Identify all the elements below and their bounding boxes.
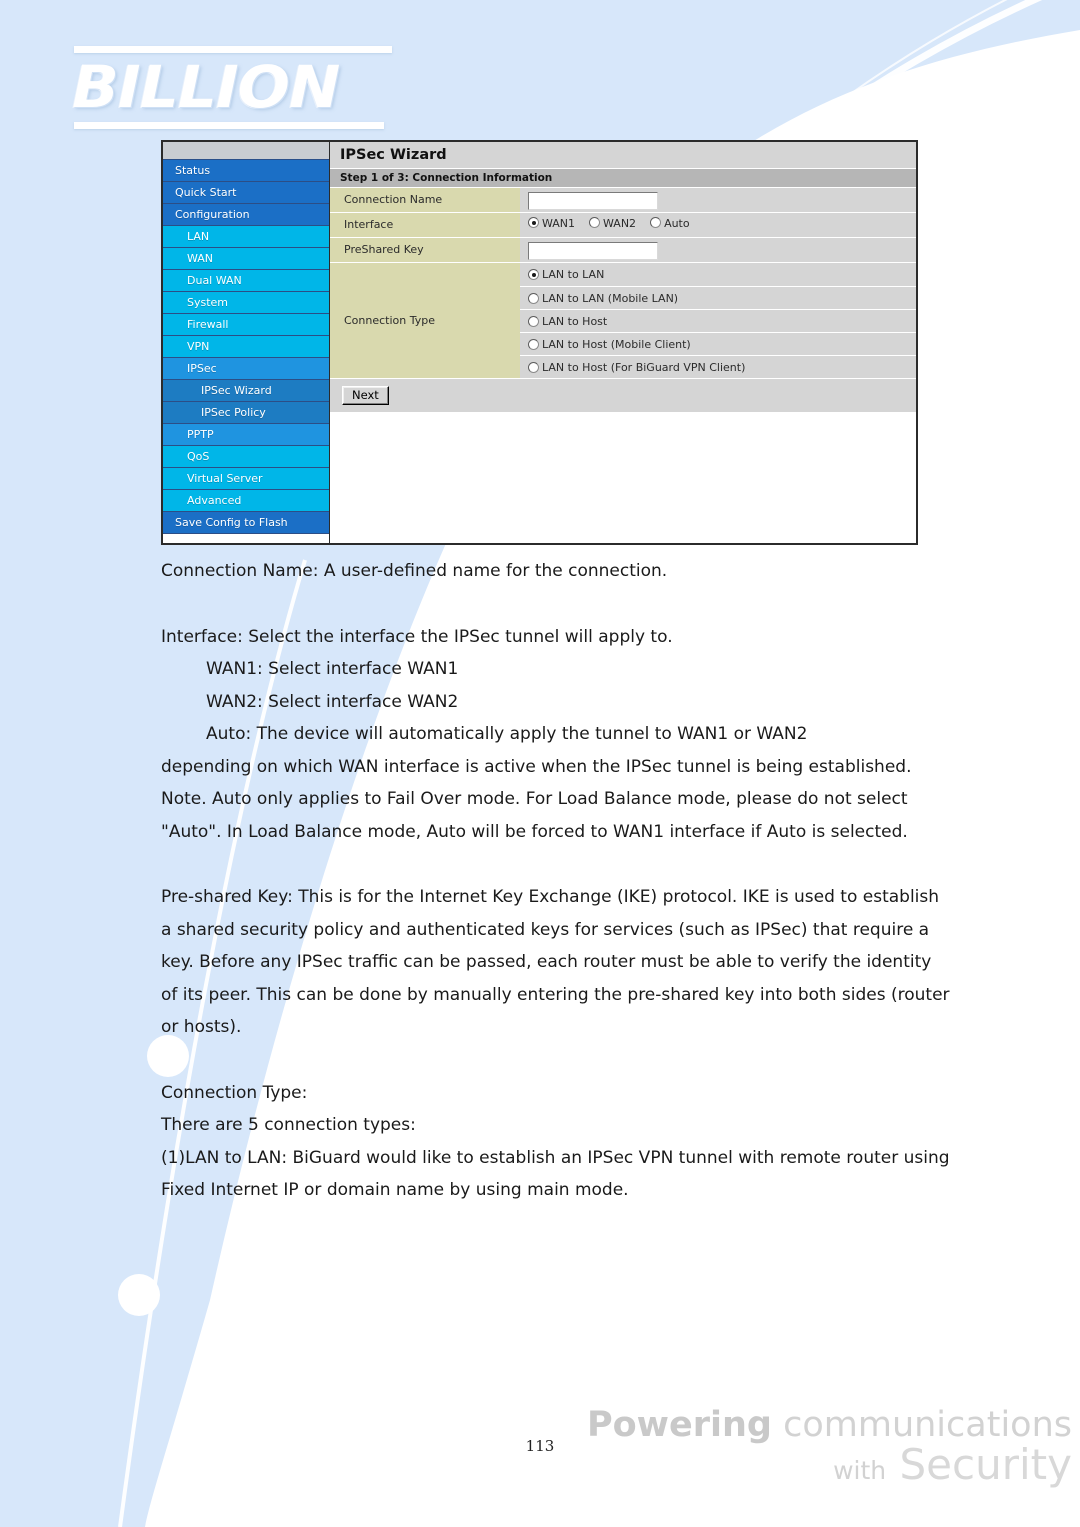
- sidebar-item-dual-wan[interactable]: Dual WAN: [163, 270, 329, 292]
- label-preshared-key: PreShared Key: [330, 238, 520, 262]
- manual-body-text: Connection Name: A user-defined name for…: [161, 555, 951, 1207]
- radio-icon[interactable]: [650, 217, 662, 228]
- connection-type-option-1[interactable]: LAN to LAN: [520, 263, 916, 286]
- sidebar-item-quick-start[interactable]: Quick Start: [163, 182, 329, 204]
- router-sidebar-nav: Status Quick Start Configuration LAN WAN Dual…: [163, 142, 330, 543]
- interface-option-label: Auto: [664, 217, 690, 230]
- row-preshared-key: PreShared Key: [330, 237, 916, 262]
- radio-icon[interactable]: [528, 217, 539, 228]
- sidebar-item-system[interactable]: System: [163, 292, 329, 314]
- paragraph-auto-body: depending on which WAN interface is acti…: [161, 756, 912, 842]
- paragraph-auto-head: Auto: The device will automatically appl…: [206, 724, 808, 744]
- radio-icon[interactable]: [528, 315, 539, 327]
- field-connection-name: [520, 188, 916, 212]
- panel-title: IPSec Wizard: [330, 142, 916, 169]
- sidebar-item-ipsec-policy[interactable]: IPSec Policy: [163, 402, 329, 424]
- connection-type-option-list: LAN to LAN LAN to LAN (Mobile LAN) LAN to …: [520, 263, 916, 378]
- paragraph-connection-name: Connection Name: A user-defined name for…: [161, 561, 668, 581]
- page-number: 113: [525, 1437, 555, 1455]
- router-ui-screenshot: Status Quick Start Configuration LAN WAN Dual…: [161, 140, 918, 545]
- interface-option-wan1[interactable]: WAN1: [528, 217, 575, 230]
- radio-icon[interactable]: [589, 217, 601, 228]
- sidebar-item-lan[interactable]: LAN: [163, 226, 329, 248]
- paragraph-interface: Interface: Select the interface the IPSe…: [161, 626, 673, 647]
- connection-type-option-5[interactable]: LAN to Host (For BiGuard VPN Client): [520, 355, 916, 378]
- sidebar-item-advanced[interactable]: Advanced: [163, 490, 329, 512]
- sidebar-item-ipsec-wizard[interactable]: IPSec Wizard: [163, 380, 329, 402]
- connection-type-option-label: LAN to LAN (Mobile LAN): [542, 291, 679, 305]
- field-preshared-key: [520, 238, 916, 262]
- sidebar-item-firewall[interactable]: Firewall: [163, 314, 329, 336]
- paragraph-wan2: WAN2: Select interface WAN2: [206, 691, 459, 712]
- sidebar-item-ipsec[interactable]: IPSec: [163, 358, 329, 380]
- connection-type-option-label: LAN to Host (For BiGuard VPN Client): [542, 360, 746, 374]
- preshared-key-input[interactable]: [528, 242, 658, 260]
- connection-type-option-label: LAN to Host (Mobile Client): [542, 337, 691, 351]
- slogan-with: with: [833, 1455, 887, 1485]
- radio-icon[interactable]: [528, 292, 539, 304]
- paragraph-preshared-key: Pre-shared Key: This is for the Internet…: [161, 887, 950, 1037]
- connection-type-option-3[interactable]: LAN to Host: [520, 309, 916, 332]
- connection-name-input[interactable]: [528, 192, 658, 210]
- sidebar-item-vpn[interactable]: VPN: [163, 336, 329, 358]
- connection-type-option-2[interactable]: LAN to LAN (Mobile LAN): [520, 286, 916, 309]
- label-connection-name: Connection Name: [330, 188, 520, 212]
- next-button[interactable]: Next: [342, 385, 389, 406]
- radio-icon[interactable]: [528, 361, 539, 373]
- billion-logo: BILLION: [72, 46, 392, 129]
- sidebar-item-virtual-server[interactable]: Virtual Server: [163, 468, 329, 490]
- sidebar-item-save-config-to-flash[interactable]: Save Config to Flash: [163, 512, 329, 534]
- interface-option-auto[interactable]: Auto: [650, 217, 690, 230]
- radio-icon[interactable]: [528, 338, 539, 350]
- sidebar-item-wan[interactable]: WAN: [163, 248, 329, 270]
- sidebar-filler: [163, 534, 329, 543]
- logo-wordmark: BILLION: [72, 53, 340, 121]
- label-interface: Interface: [330, 213, 520, 237]
- interface-option-wan2[interactable]: WAN2: [589, 217, 636, 230]
- connection-type-option-4[interactable]: LAN to Host (Mobile Client): [520, 332, 916, 355]
- router-content-panel: IPSec Wizard Step 1 of 3: Connection Inf…: [330, 142, 916, 543]
- interface-option-label: WAN2: [603, 217, 637, 230]
- logo-bar-bottom: [74, 122, 384, 129]
- paragraph-connection-type-head: Connection Type:: [161, 1082, 308, 1103]
- sidebar-item-configuration[interactable]: Configuration: [163, 204, 329, 226]
- sidebar-item-pptp[interactable]: PPTP: [163, 424, 329, 446]
- button-row: Next: [330, 378, 916, 412]
- interface-option-label: WAN1: [542, 217, 576, 230]
- radio-icon[interactable]: [528, 269, 539, 280]
- content-filler: [330, 412, 916, 543]
- sidebar-header-strip: [163, 142, 329, 160]
- row-interface: Interface WAN1 WAN2 Auto: [330, 212, 916, 237]
- paragraph-lan-to-lan: (1)LAN to LAN: BiGuard would like to est…: [161, 1147, 950, 1201]
- row-connection-name: Connection Name: [330, 187, 916, 212]
- panel-step-header: Step 1 of 3: Connection Information: [330, 169, 916, 187]
- field-interface: WAN1 WAN2 Auto: [520, 213, 916, 237]
- sidebar-item-qos[interactable]: QoS: [163, 446, 329, 468]
- paragraph-wan1: WAN1: Select interface WAN1: [206, 659, 459, 679]
- logo-bar-top: [74, 46, 392, 53]
- sidebar-item-status[interactable]: Status: [163, 160, 329, 182]
- connection-type-option-label: LAN to Host: [542, 314, 608, 328]
- label-connection-type: Connection Type: [330, 263, 520, 378]
- row-connection-type: Connection Type LAN to LAN LAN to LAN (Mo…: [330, 262, 916, 378]
- paragraph-connection-type-count: There are 5 connection types:: [161, 1115, 416, 1135]
- connection-type-option-label: LAN to LAN: [542, 268, 605, 281]
